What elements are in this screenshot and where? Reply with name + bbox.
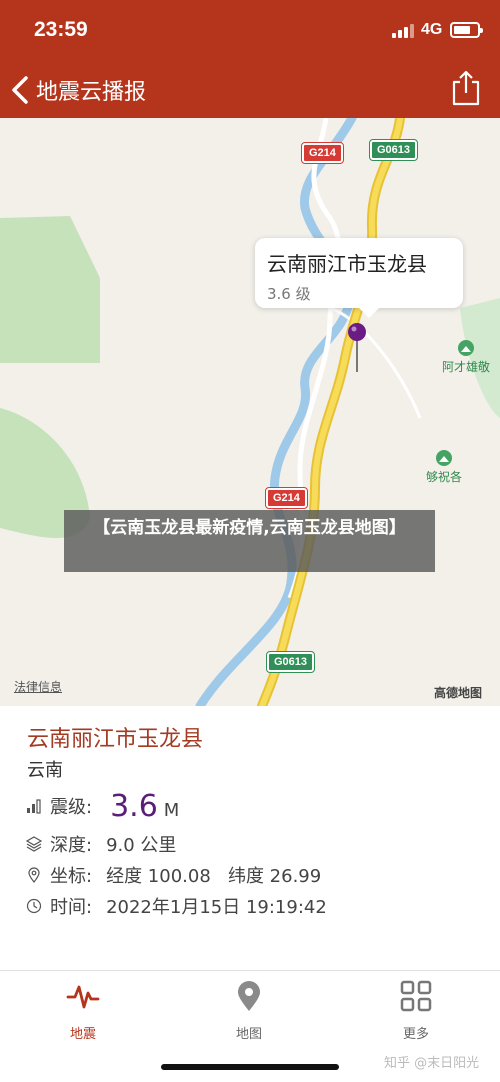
- app-header: 23:59 4G 地震云播报: [0, 0, 500, 118]
- coordinate-label: 坐标:: [50, 866, 93, 887]
- time-label: 时间:: [50, 897, 93, 918]
- coordinate-row: 坐标: 经度 100.08 纬度 26.99: [26, 861, 321, 889]
- page-title: 地震云播报: [36, 80, 147, 105]
- depth-row: 深度: 9.0 公里: [26, 830, 176, 858]
- depth-value: 9.0 公里: [106, 835, 177, 856]
- epicenter-callout[interactable]: 云南丽江市玉龙县 3.6 级: [255, 238, 463, 318]
- poi-label: 够祝各: [426, 470, 463, 484]
- map-view[interactable]: G214 G0613 G214 G0613 云南丽江市玉龙县 3.6 级 阿才雄…: [0, 118, 500, 706]
- layers-icon: [26, 836, 42, 852]
- road-label: G0613: [368, 139, 419, 161]
- share-icon[interactable]: [450, 68, 482, 108]
- pulse-icon: [66, 985, 100, 1009]
- magnitude-unit: M: [163, 799, 180, 821]
- back-button[interactable]: 地震云播报: [8, 70, 146, 110]
- time-value: 2022年1月15日 19:19:42: [106, 897, 327, 918]
- poi-marker[interactable]: 阿才雄敬: [442, 340, 490, 375]
- clock-icon: [26, 898, 42, 914]
- chevron-left-icon: [12, 76, 28, 104]
- road-label: G214: [265, 487, 308, 509]
- signal-icon: [392, 24, 414, 38]
- magnitude-label: 震级:: [50, 797, 93, 818]
- magnitude-row: 震级: 3.6 M: [26, 789, 180, 824]
- time-row: 时间: 2022年1月15日 19:19:42: [26, 892, 327, 920]
- tab-label: 地图: [235, 1027, 262, 1042]
- callout-magnitude: 3.6 级: [267, 285, 311, 303]
- map-provider-logo: 高德地图: [434, 686, 483, 700]
- network-type: 4G: [421, 21, 443, 38]
- tab-label: 地震: [69, 1027, 96, 1042]
- road-label: G0613: [265, 651, 316, 673]
- legal-info-link[interactable]: 法律信息: [14, 678, 62, 695]
- home-indicator[interactable]: [161, 1064, 339, 1070]
- depth-label: 深度:: [50, 835, 93, 856]
- tab-map[interactable]: 地图: [199, 979, 299, 1042]
- grid-icon: [400, 980, 432, 1012]
- location-pin-icon: [238, 981, 260, 1011]
- map-canvas: [0, 118, 500, 706]
- location-icon: [28, 867, 40, 883]
- tab-earthquake[interactable]: 地震: [33, 979, 133, 1042]
- road-label: G214: [301, 142, 344, 164]
- mountain-icon: [436, 450, 452, 466]
- poi-label: 阿才雄敬: [442, 360, 491, 374]
- status-bar: 23:59 4G: [0, 0, 500, 60]
- map-pin-icon[interactable]: [347, 322, 367, 374]
- status-time: 23:59: [34, 18, 88, 41]
- coordinate-value: 经度 100.08 纬度 26.99: [106, 866, 322, 887]
- bar-signal-icon: [27, 799, 41, 814]
- source-watermark: 知乎 @末日阳光: [384, 1056, 480, 1071]
- callout-title: 云南丽江市玉龙县: [267, 252, 427, 276]
- location-region: 云南: [27, 760, 63, 781]
- tab-more[interactable]: 更多: [366, 979, 466, 1042]
- tab-label: 更多: [402, 1027, 429, 1042]
- battery-icon: [450, 22, 483, 38]
- mountain-icon: [458, 340, 474, 356]
- quake-detail-panel: 云南丽江市玉龙县 云南 震级: 3.6 M 深度: 9.0 公里 坐标: 经度 …: [0, 706, 500, 970]
- article-title-banner: 【云南玉龙县最新疫情,云南玉龙县地图】: [64, 510, 435, 572]
- nav-bar: 地震云播报: [0, 60, 500, 118]
- poi-marker[interactable]: 够祝各: [426, 450, 462, 485]
- magnitude-value: 3.6: [110, 788, 158, 824]
- location-title: 云南丽江市玉龙县: [27, 727, 204, 752]
